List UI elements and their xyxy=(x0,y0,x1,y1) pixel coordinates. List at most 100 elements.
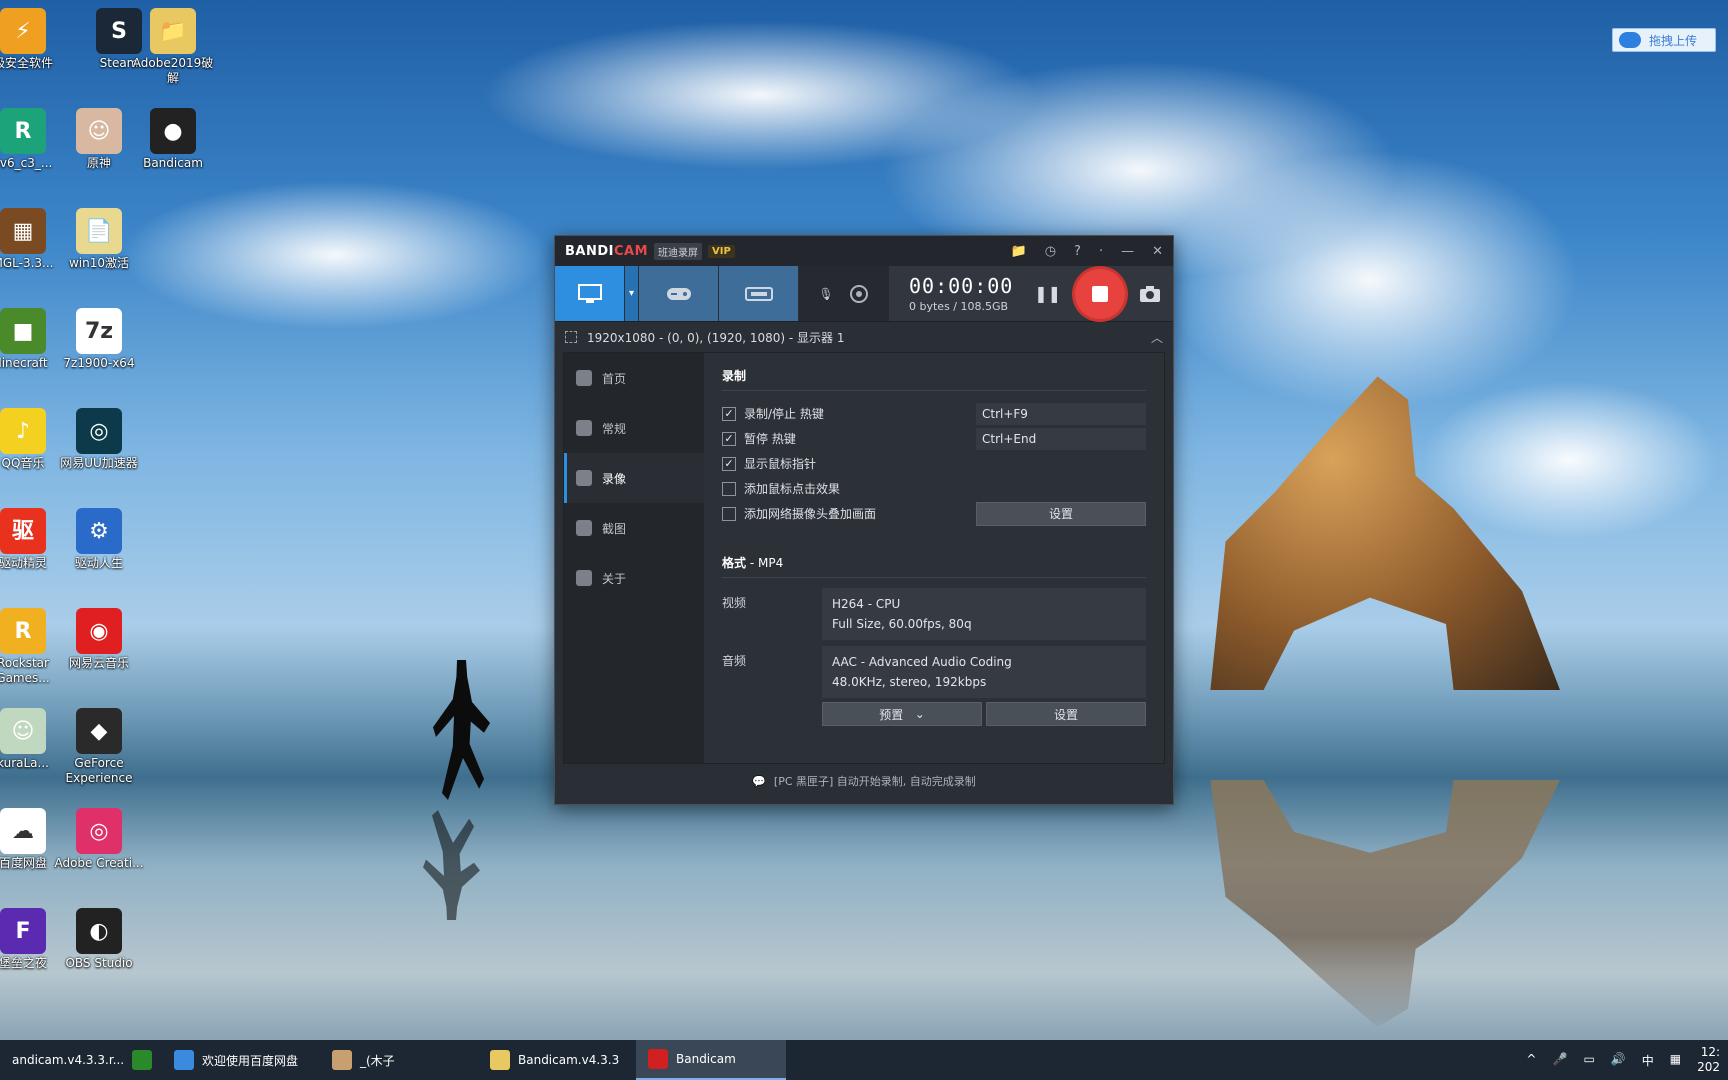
dot-icon[interactable]: · xyxy=(1099,244,1103,259)
sidebar-item-label: 关于 xyxy=(602,571,627,586)
option-checkbox[interactable]: ✓ xyxy=(722,431,736,446)
taskbar-item[interactable]: Bandicam.v4.3.3 xyxy=(478,1040,636,1080)
recording-controls: ❚❚ xyxy=(1034,266,1173,321)
title-bar[interactable]: BANDICAM 班迪录屏 VIP 📁 ◷? · — ✕ xyxy=(555,236,1173,266)
cloud xyxy=(120,180,550,330)
audio-codec: AAC - Advanced Audio Coding xyxy=(832,655,1012,669)
format-settings-button[interactable]: 设置 xyxy=(986,702,1146,726)
video-codec-box[interactable]: H264 - CPU Full Size, 60.00fps, 80q xyxy=(822,588,1146,640)
app-icon: ◐ xyxy=(76,908,122,954)
app-icon: R xyxy=(0,108,46,154)
folder-icon[interactable]: 📁 xyxy=(1011,244,1027,259)
help-icon[interactable]: ? xyxy=(1074,244,1081,259)
clock-icon[interactable]: ◷ xyxy=(1045,244,1056,259)
gear-icon xyxy=(576,420,592,436)
chevron-up-icon[interactable]: ︿ xyxy=(1151,329,1163,346)
desktop-icon[interactable]: 📄 win10激活 xyxy=(54,208,144,271)
close-icon[interactable]: ✕ xyxy=(1152,244,1163,259)
desktop-icon[interactable]: ● Bandicam xyxy=(128,108,218,171)
record-section-title: 录制 xyxy=(722,367,1146,391)
sidebar-item-video[interactable]: 录像 xyxy=(564,453,704,503)
option-checkbox[interactable]: ✓ xyxy=(722,456,736,471)
app-icon: ◎ xyxy=(76,408,122,454)
input-method-icon[interactable]: 中 xyxy=(1642,1052,1654,1069)
show-hidden-icon[interactable]: ^ xyxy=(1526,1052,1536,1069)
desktop-icon-label: 驱动人生 xyxy=(74,556,123,570)
audio-format: 音频 AAC - Advanced Audio Coding 48.0KHz, … xyxy=(722,646,1146,698)
app-icon: 7z xyxy=(76,308,122,354)
audio-codec-box[interactable]: AAC - Advanced Audio Coding 48.0KHz, ste… xyxy=(822,646,1146,698)
app-icon xyxy=(174,1050,194,1070)
webcam-icon[interactable] xyxy=(848,283,870,305)
option-checkbox[interactable] xyxy=(722,481,736,496)
sidebar-item-home[interactable]: 首页 xyxy=(564,353,704,403)
chevron-down-icon: ▾ xyxy=(628,288,635,299)
capture-target-bar[interactable]: 1920x1080 - (0, 0), (1920, 1080) - 显示器 1… xyxy=(555,322,1173,352)
home-icon xyxy=(576,370,592,386)
preset-button[interactable]: 预置 ⌄ xyxy=(822,702,982,726)
app-icon: 驱 xyxy=(0,508,46,554)
hotkey-field[interactable]: Ctrl+F9 xyxy=(976,402,1146,425)
desktop-icon[interactable]: 📁 Adobe2019破解 xyxy=(128,8,218,86)
minimize-icon[interactable]: — xyxy=(1121,244,1134,259)
app-icon: ■ xyxy=(0,308,46,354)
hotkey-field[interactable]: Ctrl+End xyxy=(976,427,1146,450)
camera-icon[interactable] xyxy=(1139,285,1161,303)
video-settings: 录制 ✓ 录制/停止 热键 Ctrl+F9 ✓ 暂停 热键 Ctrl+End ✓ 显示鼠标指针… xyxy=(704,353,1164,763)
settings-panel: 首页 常规 录像 截图 关于 录制 ✓ 录制/停止 热键 Ctrl+F9 ✓ 暂停 热键 Ctrl… xyxy=(563,352,1165,764)
desktop-icon-label: Adobe Creati... xyxy=(54,856,144,870)
desktop-icon[interactable]: ◆ GeForce Experience xyxy=(54,708,144,786)
taskbar-item[interactable]: 欢迎使用百度网盘 xyxy=(162,1040,320,1080)
taskbar-item-label: Bandicam.v4.3.3 xyxy=(518,1053,620,1067)
baidu-upload-label: 拖拽上传 xyxy=(1649,33,1698,48)
stop-record-button[interactable] xyxy=(1075,268,1125,319)
desktop-icon[interactable]: ◎ Adobe Creati... xyxy=(54,808,144,871)
mode-dropdown-button[interactable]: ▾ xyxy=(625,266,639,321)
option-checkbox[interactable] xyxy=(722,506,736,521)
app-icon xyxy=(332,1050,352,1070)
app-icon: ⚙ xyxy=(76,508,122,554)
taskbar-item[interactable]: Bandicam xyxy=(636,1040,786,1080)
desktop-icon[interactable]: ◐ OBS Studio xyxy=(54,908,144,971)
baidu-upload-button[interactable]: 拖拽上传 xyxy=(1612,28,1716,52)
sidebar-item-gear[interactable]: 常规 xyxy=(564,403,704,453)
device-mode-button[interactable] xyxy=(719,266,799,321)
taskbar-item[interactable]: andicam.v4.3.3.r... xyxy=(0,1040,125,1080)
title-controls: 📁 ◷? · — ✕ xyxy=(1011,244,1173,259)
desktop-icon[interactable]: ◉ 网易云音乐 xyxy=(54,608,144,671)
game-mode-button[interactable] xyxy=(639,266,719,321)
taskbar-item[interactable] xyxy=(122,1040,162,1080)
taskbar-item-label: Bandicam xyxy=(676,1052,736,1066)
sidebar-item-info[interactable]: 关于 xyxy=(564,553,704,603)
vip-badge: VIP xyxy=(708,244,735,258)
sidebar-item-image[interactable]: 截图 xyxy=(564,503,704,553)
screen-mode-button[interactable] xyxy=(555,266,625,321)
sidebar-nav: 首页 常规 录像 截图关于 xyxy=(564,353,704,763)
tray-icons: ^ 🎤 ▭ 🔊 中 ▦ xyxy=(1526,1052,1681,1069)
clock[interactable]: 12: 202 xyxy=(1697,1045,1720,1075)
taskbar-item[interactable]: _(木子 xyxy=(320,1040,478,1080)
desktop-icon[interactable]: ◎ 网易UU加速器 xyxy=(54,408,144,471)
pause-icon[interactable]: ❚❚ xyxy=(1034,284,1061,303)
option-label: 暂停 热键 xyxy=(744,432,796,446)
network-icon[interactable]: ▭ xyxy=(1583,1052,1594,1069)
volume-icon[interactable]: 🔊 xyxy=(1611,1052,1626,1069)
keyboard-icon[interactable]: ▦ xyxy=(1670,1052,1681,1069)
video-format: 视频 H264 - CPU Full Size, 60.00fps, 80q xyxy=(722,588,1146,640)
app-icon: ● xyxy=(150,108,196,154)
taskbar: andicam.v4.3.3.r... 欢迎使用百度网盘 _(木子 Bandicam.… xyxy=(0,1040,1728,1080)
desktop-icon[interactable]: 7z 7z1900-x64 xyxy=(54,308,144,371)
desktop-icon[interactable]: ⚡ 极安全软件 xyxy=(0,8,68,71)
desktop-icon[interactable]: ⚙ 驱动人生 xyxy=(54,508,144,571)
desktop-icon-label: GeForce Experience xyxy=(65,756,133,785)
taskbar-item-label: andicam.v4.3.3.r... xyxy=(12,1053,125,1067)
app-icon xyxy=(132,1050,152,1070)
desktop-icon-label: OBS Studio xyxy=(65,956,133,970)
app-icon: F xyxy=(0,908,46,954)
footer-text[interactable]: [PC 黑匣子] 自动开始录制, 自动完成录制 xyxy=(774,773,976,789)
app-icon: ☺ xyxy=(76,108,122,154)
option-checkbox[interactable]: ✓ xyxy=(722,406,736,421)
webcam-settings-button[interactable]: 设置 xyxy=(976,501,1146,526)
microphone-icon[interactable]: 🎙 xyxy=(818,287,833,301)
microphone-icon[interactable]: 🎤 xyxy=(1552,1052,1567,1069)
